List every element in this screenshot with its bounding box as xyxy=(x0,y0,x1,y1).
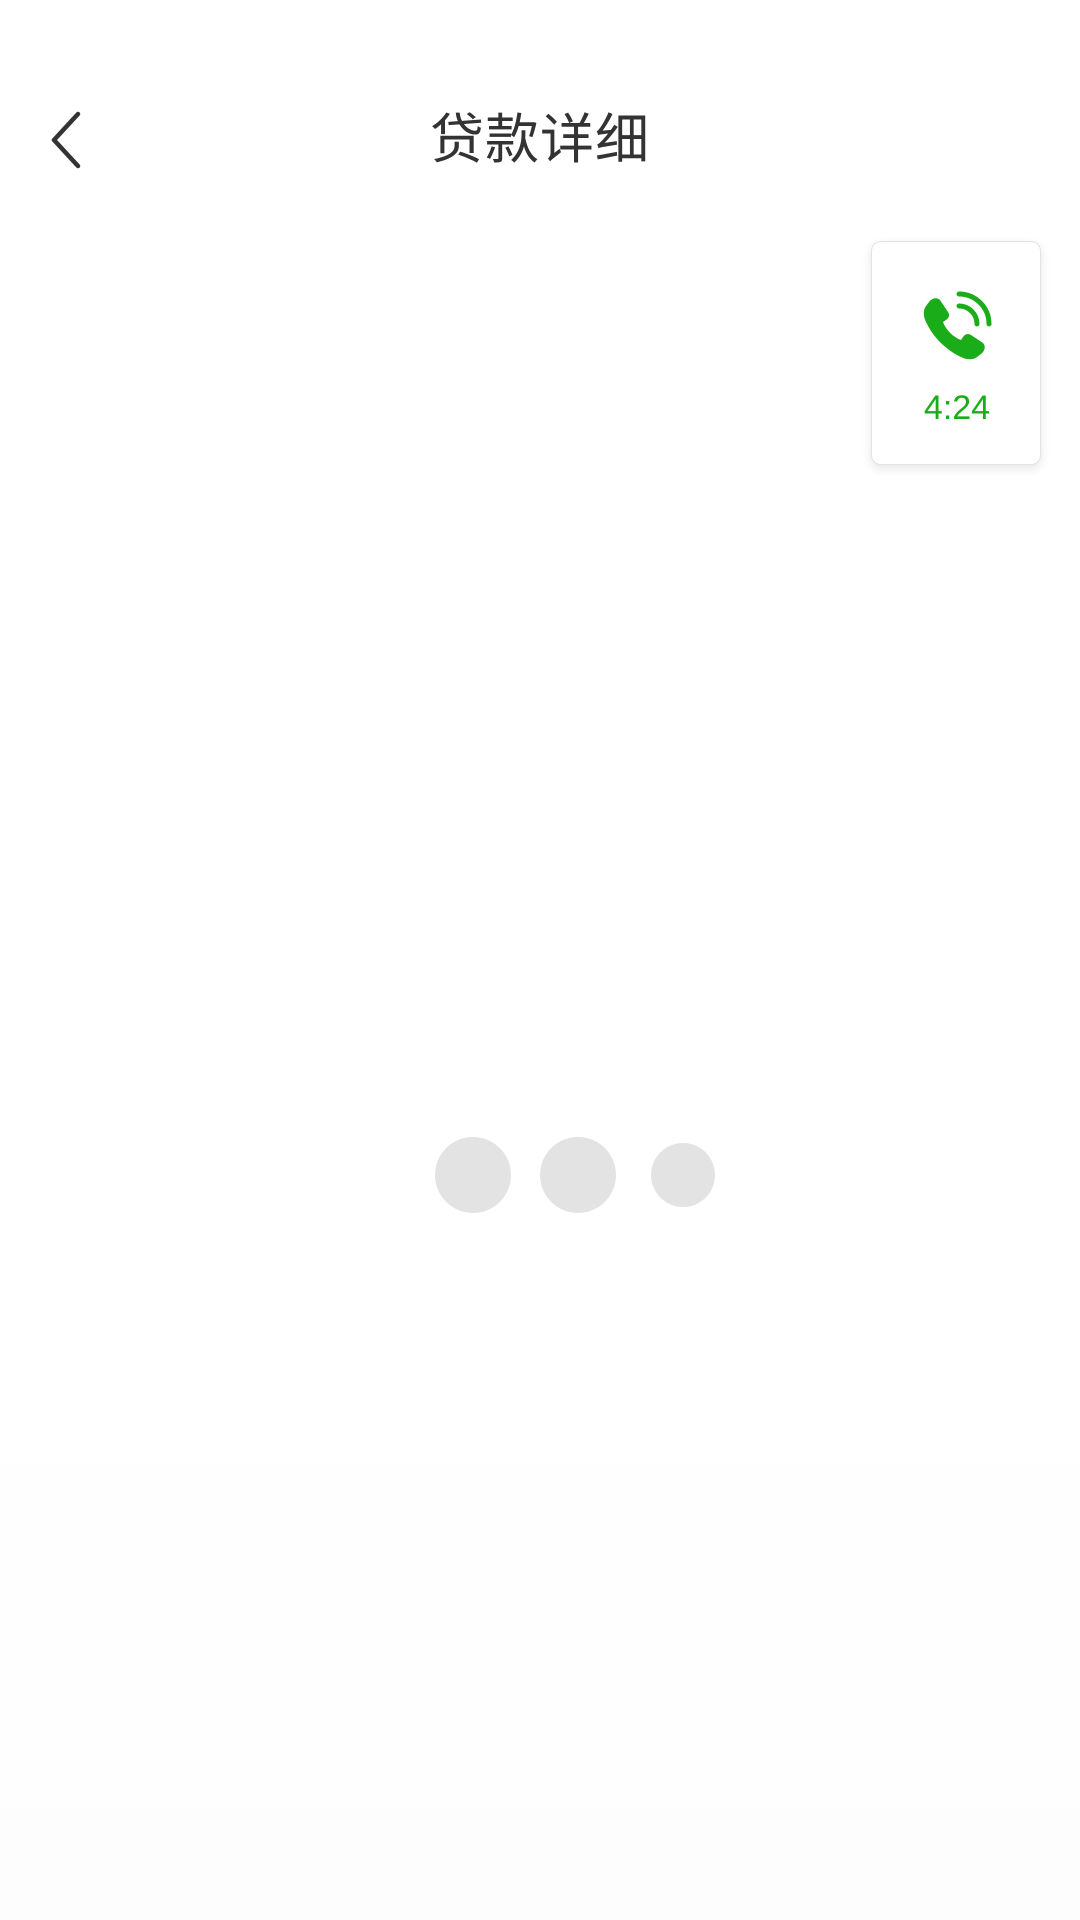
loading-dot xyxy=(540,1137,616,1213)
phone-ringing-icon xyxy=(923,291,992,360)
page-title: 贷款详细 xyxy=(430,108,650,171)
loading-indicator xyxy=(0,1135,1080,1215)
floating-call-widget[interactable]: 4:24 xyxy=(871,241,1041,465)
navigation-bar: 贷款详细 xyxy=(0,0,1080,280)
loan-detail-page: 贷款详细 4:24 xyxy=(0,0,1080,1920)
loading-dot xyxy=(435,1137,511,1213)
call-duration: 4:24 xyxy=(923,389,991,427)
loading-dot xyxy=(651,1143,715,1207)
